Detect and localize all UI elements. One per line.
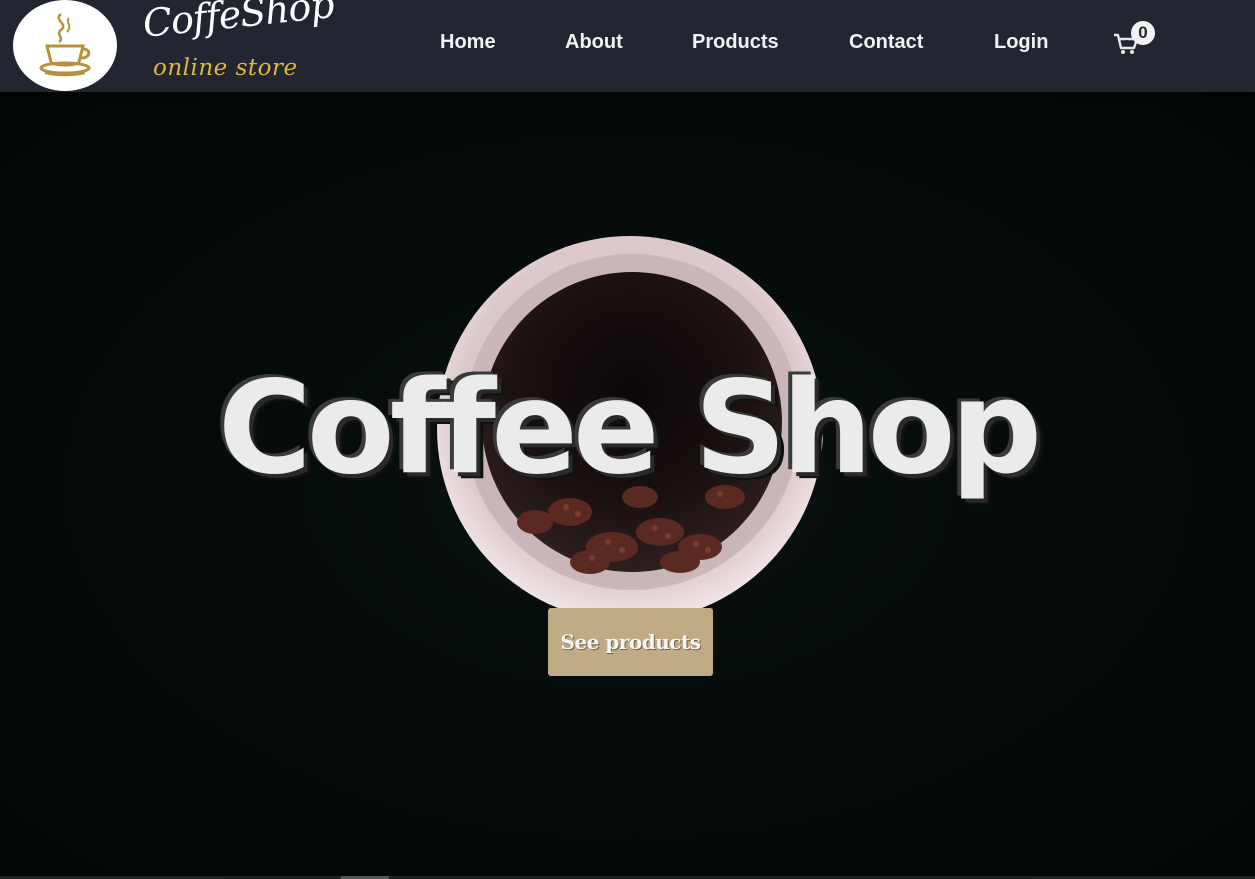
hero-section: Coffee Shop See products (0, 92, 1255, 879)
cart-button[interactable]: 0 (1113, 21, 1157, 60)
nav-contact[interactable]: Contact (849, 31, 923, 54)
nav-about[interactable]: About (565, 31, 623, 54)
hero-title: Coffee Shop (217, 354, 1042, 503)
cart-count-badge: 0 (1131, 21, 1155, 45)
nav-home[interactable]: Home (440, 31, 496, 54)
navbar: CoffeShop online store Home About Produc… (0, 0, 1255, 92)
nav-login[interactable]: Login (994, 31, 1048, 54)
nav-products[interactable]: Products (692, 31, 779, 54)
coffee-cup-logo-icon (39, 13, 91, 77)
logo[interactable] (13, 0, 117, 91)
see-products-button[interactable]: See products (548, 608, 713, 676)
brand-title[interactable]: CoffeShop (141, 0, 336, 46)
brand-subtitle: online store (153, 55, 298, 81)
